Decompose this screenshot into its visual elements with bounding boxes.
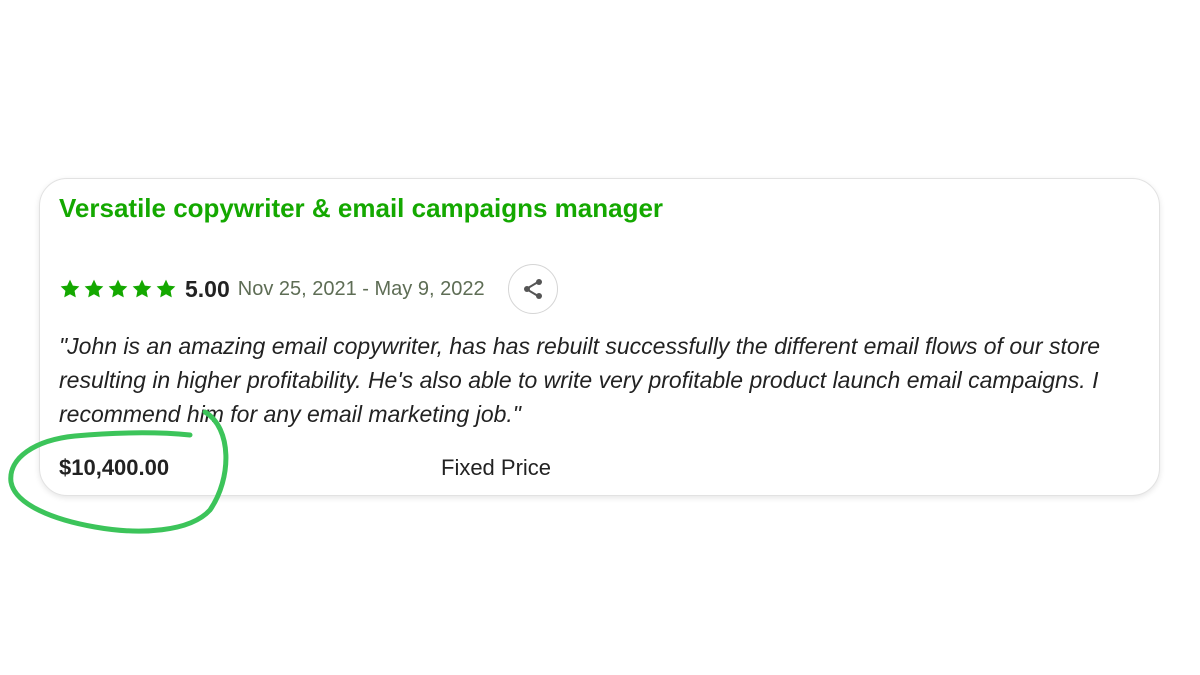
star-icon xyxy=(83,278,105,300)
client-review: "John is an amazing email copywriter, ha… xyxy=(59,333,1101,427)
star-icon xyxy=(131,278,153,300)
page: Versatile copywriter & email campaigns m… xyxy=(0,0,1200,675)
share-icon xyxy=(521,277,545,301)
star-icon xyxy=(59,278,81,300)
contract-dates: Nov 25, 2021 - May 9, 2022 xyxy=(237,277,485,300)
job-title-link[interactable]: Versatile copywriter & email campaigns m… xyxy=(59,193,663,224)
star-rating xyxy=(59,278,179,300)
share-button[interactable] xyxy=(507,264,558,314)
contract-price: $10,400.00 xyxy=(59,455,170,480)
star-icon xyxy=(155,278,177,300)
star-icon xyxy=(107,278,129,300)
rating-score: 5.00 xyxy=(185,275,230,302)
job-history-card: Versatile copywriter & email campaigns m… xyxy=(39,178,1160,496)
rating-row: 5.00 Nov 25, 2021 - May 9, 2022 xyxy=(59,263,558,315)
price-type: Fixed Price xyxy=(441,455,552,480)
